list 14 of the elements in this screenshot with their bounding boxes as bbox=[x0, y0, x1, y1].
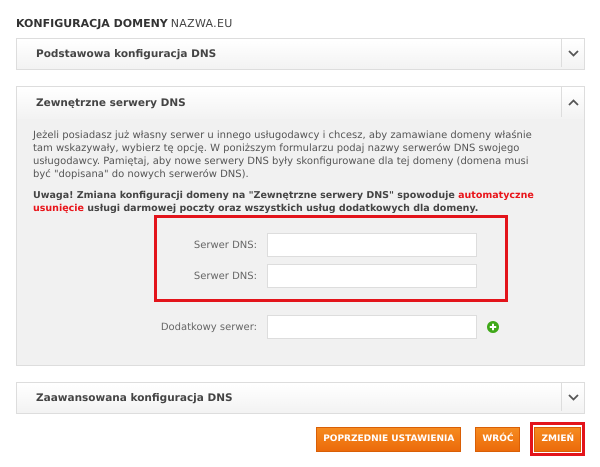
page-title: KONFIGURACJA DOMENY bbox=[16, 17, 168, 30]
description-text: Jeżeli posiadasz już własny serwer u innego usługodawcy i chcesz, aby zamawiane domeny właśnie tam wskazywały, wybierz tę opcję. W poniższym formularzu podaj nazwy serwerów DNS swojego usługodawcy. Pamiętaj, aby nowe serwery DNS były skonfigurowane dla tej domeny (domena musi być "dopisana" do nowych serwerów DNS). bbox=[33, 129, 533, 181]
field-label: Dodatkowy serwer: bbox=[160, 322, 257, 332]
field-label: Serwer DNS: bbox=[192, 240, 257, 250]
chevron-down-icon[interactable] bbox=[568, 394, 578, 400]
chevron-down-icon[interactable] bbox=[568, 50, 578, 56]
add-icon[interactable] bbox=[487, 321, 499, 333]
input-field[interactable] bbox=[267, 315, 477, 339]
warning-text: Uwaga! Zmiana konfiguracji domeny na "Zewnętrzne serwery DNS" spowoduje automatyczne usunięcie usługi darmowej poczty oraz wszystkich usług dodatkowych dla domeny. bbox=[33, 189, 535, 215]
input-field[interactable] bbox=[267, 233, 477, 257]
domain-name: NAZWA.EU bbox=[170, 17, 233, 30]
input-field[interactable] bbox=[267, 264, 477, 288]
field-label: Serwer DNS: bbox=[192, 270, 257, 282]
chevron-up-icon[interactable] bbox=[568, 98, 578, 106]
